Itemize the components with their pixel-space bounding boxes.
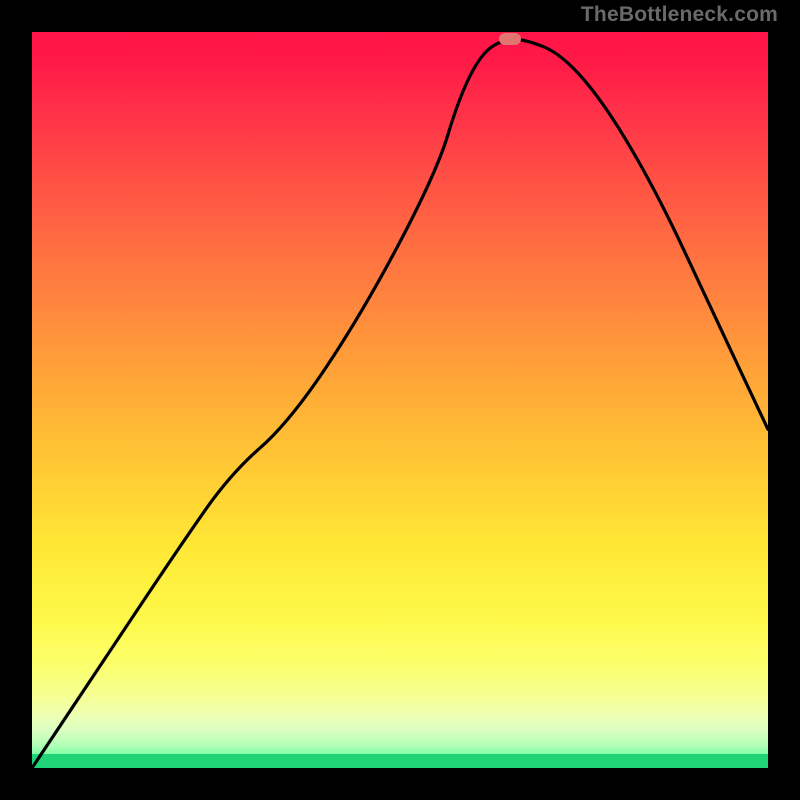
chart-frame: TheBottleneck.com xyxy=(0,0,800,800)
watermark-text: TheBottleneck.com xyxy=(581,3,778,27)
plot-area xyxy=(32,32,768,768)
bottleneck-curve xyxy=(32,32,768,768)
minimum-marker xyxy=(499,33,521,45)
